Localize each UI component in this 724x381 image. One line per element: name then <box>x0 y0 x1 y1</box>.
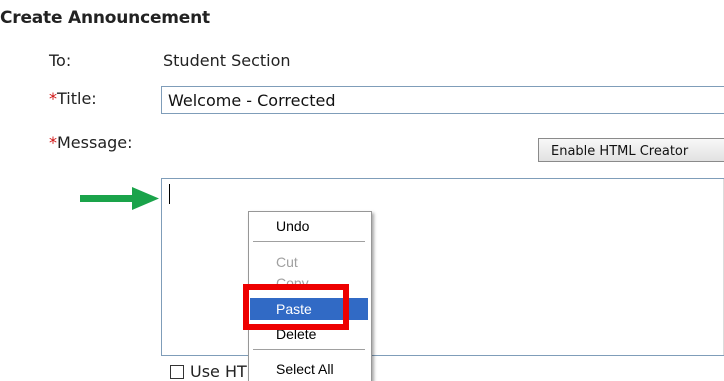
title-label: Title: <box>57 89 97 108</box>
menu-separator <box>253 349 365 350</box>
title-label-row: *Title: <box>49 89 97 108</box>
message-textarea[interactable] <box>161 178 724 356</box>
menu-item-undo[interactable]: Undo <box>250 215 368 237</box>
to-value: Student Section <box>163 51 291 70</box>
message-label: Message: <box>57 133 133 152</box>
message-label-row: *Message: <box>49 133 133 152</box>
menu-item-paste[interactable]: Paste <box>250 298 368 320</box>
to-label: To: <box>49 51 72 70</box>
menu-item-cut[interactable]: Cut <box>250 251 368 273</box>
menu-item-copy[interactable]: Copy <box>250 272 368 286</box>
use-html-label: Use HTML <box>190 362 250 381</box>
context-menu: Undo Cut Copy Paste Delete Select All <box>248 211 372 381</box>
menu-item-delete[interactable]: Delete <box>250 323 368 345</box>
enable-html-creator-button[interactable]: Enable HTML Creator <box>538 138 724 162</box>
text-cursor <box>169 184 170 204</box>
required-mark: * <box>49 133 57 152</box>
pointer-arrow-icon <box>80 187 159 210</box>
title-input[interactable] <box>161 86 724 114</box>
required-mark: * <box>49 89 57 108</box>
page-title: Create Announcement <box>0 8 210 28</box>
menu-separator <box>253 241 365 242</box>
use-html-checkbox[interactable] <box>170 365 184 379</box>
menu-item-select-all[interactable]: Select All <box>250 358 368 380</box>
create-announcement-page: Create Announcement To: Student Section … <box>0 0 724 381</box>
